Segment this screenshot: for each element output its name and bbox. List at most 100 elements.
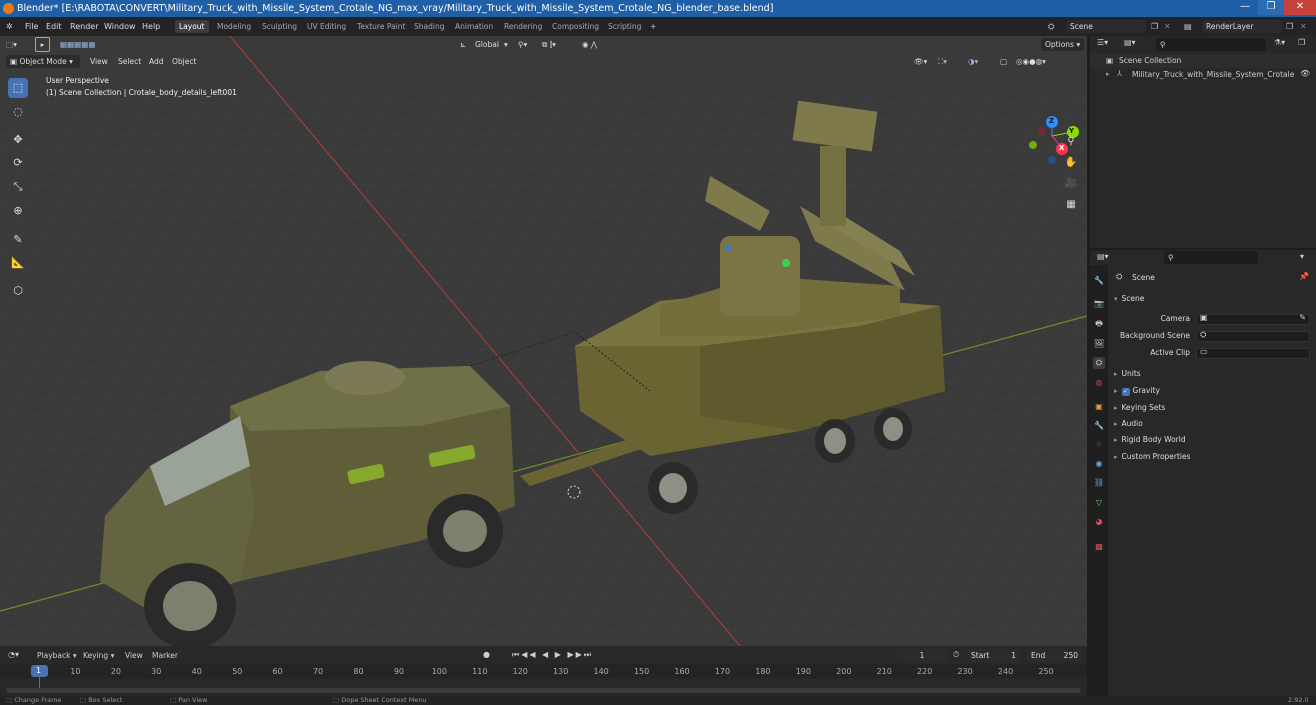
3d-viewport[interactable]: Y Z X ⬚▾ ▸ ▦▦▦▦▦ ⊾ Global ▾ ⚲▾ ⧉ ⫿▾ ◉ ⋀ … [0, 36, 1087, 646]
xray-icon[interactable]: ▢ [1000, 55, 1007, 68]
playback-controls-icons[interactable]: ⏮◀◀ ◀ ▶ ▶▶⏭ [512, 650, 593, 660]
panel-audio[interactable]: ▸ Audio [1114, 417, 1143, 431]
select-box-tool[interactable]: ⬚ [8, 78, 28, 98]
background-scene-field[interactable]: ⛭ [1196, 330, 1310, 342]
camera-field[interactable]: ▣ ✎ [1196, 313, 1310, 325]
active-clip-field[interactable]: ▭ [1196, 347, 1310, 359]
renderlayer-remove-icon[interactable]: ✕ [1300, 17, 1307, 36]
expand-chevron-icon[interactable]: ▸ [1106, 70, 1110, 78]
end-frame-field[interactable]: End 250 [1027, 649, 1082, 662]
tab-shading[interactable]: Shading [410, 20, 448, 33]
renderlayer-field[interactable]: RenderLayer [1202, 20, 1282, 33]
transform-tool-icon[interactable]: ⊕ [8, 201, 28, 221]
outliner-row-object[interactable]: ▸ ⅄ Military_Truck_with_Missile_System_C… [1090, 68, 1316, 82]
render-tab-icon[interactable]: 📷 [1093, 298, 1105, 310]
scene-remove-icon[interactable]: ✕ [1164, 17, 1171, 36]
scale-tool-icon[interactable]: ⤡ [8, 177, 28, 197]
material-tab-icon[interactable]: ◕ [1093, 516, 1105, 528]
gravity-checkbox[interactable]: ✓ [1121, 388, 1130, 396]
tab-rendering[interactable]: Rendering [500, 20, 546, 33]
panel-keying-sets[interactable]: ▸ Keying Sets [1114, 401, 1165, 415]
physics-tab-icon[interactable]: ◉ [1093, 458, 1105, 470]
measure-tool-icon[interactable]: 📐 [8, 253, 28, 273]
data-tab-icon[interactable]: ▽ [1093, 497, 1105, 509]
start-frame-field[interactable]: Start 1 [967, 649, 1022, 662]
menu-playback[interactable]: Playback ▾ [37, 651, 77, 660]
filter-icon[interactable]: ⚗▾ [1274, 38, 1285, 47]
move-tool-icon[interactable]: ✥ [8, 130, 28, 150]
object-tab-icon[interactable]: ▣ [1093, 401, 1105, 413]
properties-editor-icon[interactable]: ▤▾ [1097, 252, 1109, 261]
new-collection-icon[interactable]: ❐ [1298, 38, 1305, 47]
maximize-button[interactable]: ❐ [1258, 0, 1284, 15]
panel-rigid-body-world[interactable]: ▸ Rigid Body World [1114, 433, 1186, 447]
world-tab-icon[interactable]: ◍ [1093, 377, 1105, 389]
gizmo-toggle-icon[interactable]: ⛶▾ [938, 55, 947, 68]
blender-menu-icon[interactable]: ✲ [6, 17, 13, 36]
editor-type-icon[interactable]: ⬚▾ [6, 38, 17, 51]
object-mode-dropdown[interactable]: ▣ Object Mode ▾ [6, 55, 80, 68]
display-mode-icon[interactable]: ▤▾ [1124, 38, 1136, 47]
menu-render[interactable]: Render [70, 17, 98, 36]
scene-browse-icon[interactable]: ⛭ [1048, 17, 1054, 36]
snap-icon[interactable]: ⧉ ⫿▾ [542, 38, 556, 51]
record-icon[interactable]: ● [483, 650, 490, 659]
zoom-icon[interactable]: ⚲ [1062, 133, 1080, 151]
annotate-tool-icon[interactable]: ✎ [8, 230, 28, 250]
menu-window[interactable]: Window [104, 17, 136, 36]
timeline-scrollbar[interactable] [6, 688, 1081, 693]
camera-view-icon[interactable]: 🎥 [1062, 175, 1080, 193]
renderlayer-browse-icon[interactable]: ▤ [1184, 17, 1192, 36]
transform-orientation[interactable]: Global [475, 38, 499, 51]
output-tab-icon[interactable]: 🖶 [1093, 318, 1105, 330]
panel-units[interactable]: ▸ Units [1114, 367, 1141, 381]
add-cube-tool-icon[interactable]: ⬡ [8, 281, 28, 301]
properties-options-chevron-icon[interactable]: ▾ [1300, 252, 1304, 261]
cursor-tool-icon[interactable]: ◌ [8, 102, 28, 122]
menu-keying[interactable]: Keying ▾ [83, 651, 114, 660]
stopwatch-icon[interactable]: ⏱ [953, 650, 959, 660]
options-dropdown[interactable]: Options ▾ [1041, 38, 1085, 51]
menu-edit[interactable]: Edit [46, 17, 62, 36]
current-frame-field[interactable]: 1 [897, 649, 947, 662]
eyedropper-icon[interactable]: ✎ [1299, 313, 1306, 322]
constraints-tab-icon[interactable]: ⛓ [1093, 477, 1105, 489]
viewport-scene[interactable] [0, 36, 1087, 646]
rotate-tool-icon[interactable]: ⟳ [8, 153, 28, 173]
scene-section-header[interactable]: ▾ Scene [1114, 292, 1144, 306]
menu-add[interactable]: Add [149, 55, 164, 68]
select-mode-icons[interactable]: ▦▦▦▦▦ [60, 38, 95, 51]
menu-file[interactable]: File [25, 17, 38, 36]
visibility-icon[interactable]: 👁▾ [914, 55, 927, 68]
scene-tab-icon[interactable]: ⛭ [1093, 357, 1105, 369]
particles-tab-icon[interactable]: ⁘ [1093, 439, 1105, 451]
menu-help[interactable]: Help [142, 17, 160, 36]
visibility-eye-icon[interactable]: 👁 [1300, 69, 1310, 78]
tab-modeling[interactable]: Modeling [213, 20, 255, 33]
menu-view[interactable]: View [90, 55, 108, 68]
menu-marker[interactable]: Marker [152, 651, 178, 660]
scene-new-icon[interactable]: ❐ [1151, 17, 1158, 36]
proportional-edit-icon[interactable]: ◉ ⋀ [582, 38, 597, 51]
outliner-search-input[interactable]: ⚲ [1156, 38, 1266, 51]
minimize-button[interactable]: — [1232, 0, 1258, 15]
perspective-grid-icon[interactable]: ▦ [1062, 196, 1080, 214]
texture-tab-icon[interactable]: ▩ [1093, 541, 1105, 553]
shading-modes-icons[interactable]: ◎◉●◍▾ [1016, 55, 1046, 68]
tab-uv-editing[interactable]: UV Editing [303, 20, 350, 33]
menu-object[interactable]: Object [172, 55, 196, 68]
timeline-editor-icon[interactable]: ◔▾ [8, 650, 19, 659]
modifier-tab-icon[interactable]: 🔧 [1093, 420, 1105, 432]
overlay-toggle-icon[interactable]: ◑▾ [968, 55, 978, 68]
tool-tab-icon[interactable]: 🔧 [1093, 275, 1105, 287]
pivot-icon[interactable]: ⚲▾ [518, 38, 527, 51]
tab-layout[interactable]: Layout [175, 20, 209, 33]
orientation-icon[interactable]: ⊾ [460, 38, 466, 51]
tab-animation[interactable]: Animation [451, 20, 497, 33]
outliner-editor-icon[interactable]: ☰▾ [1097, 38, 1108, 47]
properties-search-input[interactable]: ⚲ [1164, 251, 1258, 264]
panel-gravity[interactable]: ▸ ✓ Gravity [1114, 384, 1160, 398]
panel-custom-properties[interactable]: ▸ Custom Properties [1114, 450, 1191, 464]
scene-field[interactable]: Scene [1066, 20, 1146, 33]
orientation-chevron-icon[interactable]: ▾ [504, 38, 508, 51]
